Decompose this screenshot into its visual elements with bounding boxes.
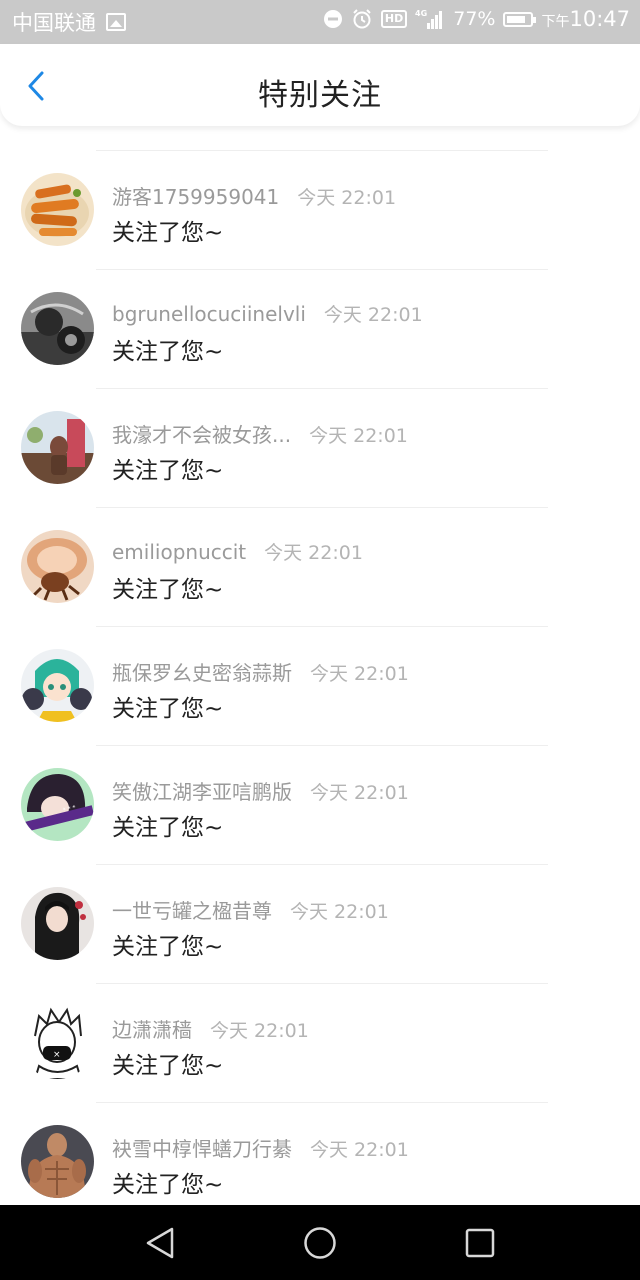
battery-percent: 77%: [453, 8, 496, 30]
user-line: bgrunellocuciinelvli 今天 22:01: [112, 300, 423, 327]
user-line: 边潇潇穑 今天 22:01: [112, 1014, 309, 1043]
message-text: 关注了您~: [112, 458, 224, 484]
battery-icon: [503, 11, 537, 27]
image-notification-icon: [106, 13, 126, 31]
username[interactable]: 瓶保罗幺史密翁蒜斯: [112, 657, 292, 686]
triangle-back-icon: [146, 1227, 174, 1259]
page-title: 特别关注: [258, 78, 382, 113]
message-text: 关注了您~: [112, 1053, 224, 1079]
avatar[interactable]: [21, 411, 94, 484]
user-line: 一世亏罐之楹昔尊 今天 22:01: [112, 895, 389, 924]
list-item[interactable]: 我濠才不会被女孩... 今天 22:01 关注了您~: [0, 389, 640, 508]
list-item[interactable]: 袂雪中椁悍蟮刀行綦 今天 22:01 关注了您~: [0, 1103, 640, 1206]
message-text: 关注了您~: [112, 339, 224, 365]
user-line: emiliopnuccit 今天 22:01: [112, 538, 363, 565]
timestamp: 今天 22:01: [264, 542, 363, 564]
timestamp: 今天 22:01: [323, 304, 423, 326]
avatar[interactable]: [21, 173, 94, 246]
alarm-icon: [351, 8, 373, 30]
avatar[interactable]: [21, 649, 94, 722]
message-text: 关注了您~: [112, 577, 224, 603]
list-item[interactable]: 一世亏罐之楹昔尊 今天 22:01 关注了您~: [0, 865, 640, 984]
message-text: 关注了您~: [112, 815, 224, 841]
avatar[interactable]: [21, 1125, 94, 1198]
username[interactable]: 边潇潇穑: [112, 1014, 192, 1043]
do-not-disturb-icon: [323, 9, 343, 29]
list-item[interactable]: 瓶保罗幺史密翁蒜斯 今天 22:01 关注了您~: [0, 627, 640, 746]
username[interactable]: 游客1759959041: [112, 181, 279, 210]
svg-text:×: ×: [53, 1050, 61, 1060]
circle-home-icon: [304, 1227, 336, 1259]
timestamp: 今天 22:01: [310, 1139, 409, 1161]
avatar[interactable]: ×: [21, 1006, 94, 1079]
username[interactable]: 我濠才不会被女孩...: [112, 419, 291, 448]
user-line: 袂雪中椁悍蟮刀行綦 今天 22:01: [112, 1133, 409, 1162]
status-right: HD 4G 77% 下午10:47: [323, 7, 630, 31]
timestamp: 今天 22:01: [310, 663, 409, 685]
time-prefix: 下午: [541, 14, 570, 30]
timestamp: 今天 22:01: [309, 425, 408, 447]
avatar[interactable]: * * *: [21, 768, 94, 841]
username[interactable]: 袂雪中椁悍蟮刀行綦: [112, 1133, 292, 1162]
list-item[interactable]: 游客1759959041 今天 22:01 关注了您~: [0, 151, 640, 270]
message-text: 关注了您~: [112, 934, 224, 960]
timestamp: 今天 22:01: [297, 187, 397, 209]
username[interactable]: bgrunellocuciinelvli: [112, 302, 306, 326]
signal-icon: 4G: [415, 8, 445, 30]
user-line: 游客1759959041 今天 22:01: [112, 181, 396, 210]
user-line: 瓶保罗幺史密翁蒜斯 今天 22:01: [112, 657, 409, 686]
status-bar: 中国联通 HD 4G 77% 下午10:47: [0, 0, 640, 44]
network-type: 4G: [415, 9, 427, 18]
user-line: 我濠才不会被女孩... 今天 22:01: [112, 419, 408, 448]
avatar[interactable]: [21, 292, 94, 365]
username[interactable]: 一世亏罐之楹昔尊: [112, 895, 272, 924]
message-text: 关注了您~: [112, 1172, 224, 1198]
timestamp: 今天 22:01: [210, 1020, 309, 1042]
timestamp: 今天 22:01: [310, 782, 409, 804]
list-item[interactable]: emiliopnuccit 今天 22:01 关注了您~: [0, 508, 640, 627]
header: 特别关注: [0, 44, 640, 126]
status-left: 中国联通: [12, 7, 126, 37]
nav-recents-button[interactable]: [460, 1223, 500, 1263]
user-line: 笑傲江湖李亚唁鹏版 今天 22:01: [112, 776, 409, 805]
avatar[interactable]: [21, 887, 94, 960]
username[interactable]: 笑傲江湖李亚唁鹏版: [112, 776, 292, 805]
list-item[interactable]: * * * 笑傲江湖李亚唁鹏版 今天 22:01 关注了您~: [0, 746, 640, 865]
square-recents-icon: [465, 1228, 495, 1258]
navigation-bar: [0, 1205, 640, 1280]
list-item[interactable]: bgrunellocuciinelvli 今天 22:01 关注了您~: [0, 270, 640, 389]
message-text: 关注了您~: [112, 220, 224, 246]
screen: 中国联通 HD 4G 77% 下午10:47 特别关注 游客1759959041…: [0, 0, 640, 1280]
avatar[interactable]: [21, 530, 94, 603]
username[interactable]: emiliopnuccit: [112, 540, 246, 564]
carrier-name: 中国联通: [12, 11, 96, 35]
timestamp: 今天 22:01: [290, 901, 389, 923]
clock-time: 10:47: [569, 7, 630, 31]
list-item[interactable]: × 边潇潇穑 今天 22:01 关注了您~: [0, 984, 640, 1103]
message-text: 关注了您~: [112, 696, 224, 722]
nav-back-button[interactable]: [140, 1223, 180, 1263]
follow-list: 游客1759959041 今天 22:01 关注了您~ bgrunellocuc…: [0, 126, 640, 1206]
hd-icon: HD: [380, 10, 408, 28]
nav-home-button[interactable]: [300, 1223, 340, 1263]
